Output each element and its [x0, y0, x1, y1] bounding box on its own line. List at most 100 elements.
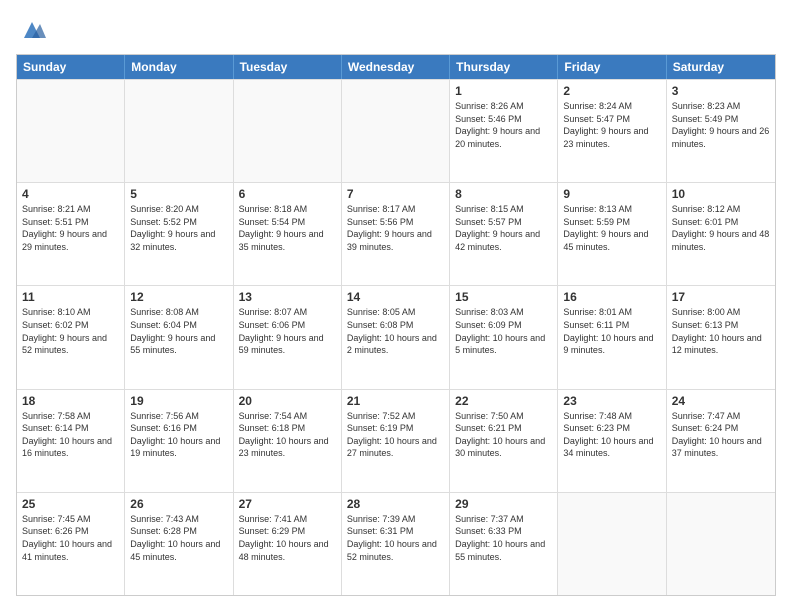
calendar-cell: 1 Sunrise: 8:26 AM Sunset: 5:46 PM Daylig…: [450, 80, 558, 182]
day-info: Sunrise: 8:05 AM Sunset: 6:08 PM Dayligh…: [347, 306, 444, 356]
day-number: 5: [130, 187, 227, 201]
day-info: Sunrise: 7:56 AM Sunset: 6:16 PM Dayligh…: [130, 410, 227, 460]
calendar-cell: 29 Sunrise: 7:37 AM Sunset: 6:33 PM Dayli…: [450, 493, 558, 595]
day-number: 24: [672, 394, 770, 408]
day-number: 21: [347, 394, 444, 408]
day-info: Sunrise: 7:45 AM Sunset: 6:26 PM Dayligh…: [22, 513, 119, 563]
day-number: 11: [22, 290, 119, 304]
calendar-header-cell: Tuesday: [234, 55, 342, 79]
calendar-body: 1 Sunrise: 8:26 AM Sunset: 5:46 PM Daylig…: [17, 79, 775, 595]
day-info: Sunrise: 7:52 AM Sunset: 6:19 PM Dayligh…: [347, 410, 444, 460]
day-info: Sunrise: 7:50 AM Sunset: 6:21 PM Dayligh…: [455, 410, 552, 460]
calendar-cell: [342, 80, 450, 182]
calendar-cell: 12 Sunrise: 8:08 AM Sunset: 6:04 PM Dayli…: [125, 286, 233, 388]
day-info: Sunrise: 8:23 AM Sunset: 5:49 PM Dayligh…: [672, 100, 770, 150]
day-info: Sunrise: 8:07 AM Sunset: 6:06 PM Dayligh…: [239, 306, 336, 356]
header: [16, 16, 776, 44]
page: SundayMondayTuesdayWednesdayThursdayFrid…: [0, 0, 792, 612]
day-info: Sunrise: 8:20 AM Sunset: 5:52 PM Dayligh…: [130, 203, 227, 253]
day-number: 27: [239, 497, 336, 511]
calendar-cell: 21 Sunrise: 7:52 AM Sunset: 6:19 PM Dayli…: [342, 390, 450, 492]
calendar-cell: 2 Sunrise: 8:24 AM Sunset: 5:47 PM Daylig…: [558, 80, 666, 182]
calendar-cell: 13 Sunrise: 8:07 AM Sunset: 6:06 PM Dayli…: [234, 286, 342, 388]
calendar-header-cell: Sunday: [17, 55, 125, 79]
day-number: 15: [455, 290, 552, 304]
day-number: 4: [22, 187, 119, 201]
calendar-header-cell: Monday: [125, 55, 233, 79]
day-number: 7: [347, 187, 444, 201]
day-info: Sunrise: 8:12 AM Sunset: 6:01 PM Dayligh…: [672, 203, 770, 253]
calendar: SundayMondayTuesdayWednesdayThursdayFrid…: [16, 54, 776, 596]
calendar-cell: [558, 493, 666, 595]
day-number: 16: [563, 290, 660, 304]
day-number: 29: [455, 497, 552, 511]
day-info: Sunrise: 7:58 AM Sunset: 6:14 PM Dayligh…: [22, 410, 119, 460]
calendar-week: 11Sunrise: 8:10 AM Sunset: 6:02 PM Dayli…: [17, 285, 775, 388]
day-info: Sunrise: 8:26 AM Sunset: 5:46 PM Dayligh…: [455, 100, 552, 150]
calendar-cell: 15Sunrise: 8:03 AM Sunset: 6:09 PM Dayli…: [450, 286, 558, 388]
calendar-cell: 9 Sunrise: 8:13 AM Sunset: 5:59 PM Daylig…: [558, 183, 666, 285]
day-number: 22: [455, 394, 552, 408]
day-number: 1: [455, 84, 552, 98]
day-info: Sunrise: 8:17 AM Sunset: 5:56 PM Dayligh…: [347, 203, 444, 253]
calendar-header-cell: Thursday: [450, 55, 558, 79]
calendar-cell: 22 Sunrise: 7:50 AM Sunset: 6:21 PM Dayli…: [450, 390, 558, 492]
day-number: 28: [347, 497, 444, 511]
calendar-cell: 4Sunrise: 8:21 AM Sunset: 5:51 PM Daylig…: [17, 183, 125, 285]
calendar-week: 1 Sunrise: 8:26 AM Sunset: 5:46 PM Daylig…: [17, 79, 775, 182]
day-number: 20: [239, 394, 336, 408]
day-number: 18: [22, 394, 119, 408]
day-number: 2: [563, 84, 660, 98]
calendar-cell: 27 Sunrise: 7:41 AM Sunset: 6:29 PM Dayli…: [234, 493, 342, 595]
day-number: 17: [672, 290, 770, 304]
calendar-cell: 19Sunrise: 7:56 AM Sunset: 6:16 PM Dayli…: [125, 390, 233, 492]
day-info: Sunrise: 7:48 AM Sunset: 6:23 PM Dayligh…: [563, 410, 660, 460]
day-info: Sunrise: 8:24 AM Sunset: 5:47 PM Dayligh…: [563, 100, 660, 150]
calendar-cell: 17Sunrise: 8:00 AM Sunset: 6:13 PM Dayli…: [667, 286, 775, 388]
calendar-cell: 14 Sunrise: 8:05 AM Sunset: 6:08 PM Dayli…: [342, 286, 450, 388]
calendar-header-cell: Wednesday: [342, 55, 450, 79]
calendar-cell: [667, 493, 775, 595]
day-number: 13: [239, 290, 336, 304]
calendar-cell: 24Sunrise: 7:47 AM Sunset: 6:24 PM Dayli…: [667, 390, 775, 492]
calendar-cell: [17, 80, 125, 182]
calendar-week: 25 Sunrise: 7:45 AM Sunset: 6:26 PM Dayli…: [17, 492, 775, 595]
calendar-cell: 20Sunrise: 7:54 AM Sunset: 6:18 PM Dayli…: [234, 390, 342, 492]
day-info: Sunrise: 7:37 AM Sunset: 6:33 PM Dayligh…: [455, 513, 552, 563]
calendar-cell: [125, 80, 233, 182]
day-info: Sunrise: 7:39 AM Sunset: 6:31 PM Dayligh…: [347, 513, 444, 563]
calendar-cell: 25 Sunrise: 7:45 AM Sunset: 6:26 PM Dayli…: [17, 493, 125, 595]
day-number: 25: [22, 497, 119, 511]
calendar-cell: 8 Sunrise: 8:15 AM Sunset: 5:57 PM Daylig…: [450, 183, 558, 285]
calendar-cell: [234, 80, 342, 182]
calendar-cell: 23Sunrise: 7:48 AM Sunset: 6:23 PM Dayli…: [558, 390, 666, 492]
day-info: Sunrise: 8:15 AM Sunset: 5:57 PM Dayligh…: [455, 203, 552, 253]
day-info: Sunrise: 8:18 AM Sunset: 5:54 PM Dayligh…: [239, 203, 336, 253]
calendar-header-cell: Saturday: [667, 55, 775, 79]
calendar-cell: 26 Sunrise: 7:43 AM Sunset: 6:28 PM Dayli…: [125, 493, 233, 595]
calendar-cell: 28 Sunrise: 7:39 AM Sunset: 6:31 PM Dayli…: [342, 493, 450, 595]
day-number: 9: [563, 187, 660, 201]
calendar-cell: 7 Sunrise: 8:17 AM Sunset: 5:56 PM Daylig…: [342, 183, 450, 285]
calendar-cell: 3 Sunrise: 8:23 AM Sunset: 5:49 PM Daylig…: [667, 80, 775, 182]
calendar-week: 18 Sunrise: 7:58 AM Sunset: 6:14 PM Dayli…: [17, 389, 775, 492]
day-number: 3: [672, 84, 770, 98]
logo-icon: [18, 16, 46, 44]
day-number: 8: [455, 187, 552, 201]
logo: [16, 16, 46, 44]
day-number: 6: [239, 187, 336, 201]
calendar-cell: 11Sunrise: 8:10 AM Sunset: 6:02 PM Dayli…: [17, 286, 125, 388]
calendar-cell: 5 Sunrise: 8:20 AM Sunset: 5:52 PM Daylig…: [125, 183, 233, 285]
calendar-cell: 16 Sunrise: 8:01 AM Sunset: 6:11 PM Dayli…: [558, 286, 666, 388]
calendar-cell: 10 Sunrise: 8:12 AM Sunset: 6:01 PM Dayli…: [667, 183, 775, 285]
day-number: 14: [347, 290, 444, 304]
day-number: 26: [130, 497, 227, 511]
day-info: Sunrise: 8:13 AM Sunset: 5:59 PM Dayligh…: [563, 203, 660, 253]
day-info: Sunrise: 8:08 AM Sunset: 6:04 PM Dayligh…: [130, 306, 227, 356]
day-info: Sunrise: 7:43 AM Sunset: 6:28 PM Dayligh…: [130, 513, 227, 563]
day-number: 12: [130, 290, 227, 304]
calendar-header-cell: Friday: [558, 55, 666, 79]
day-info: Sunrise: 7:41 AM Sunset: 6:29 PM Dayligh…: [239, 513, 336, 563]
day-info: Sunrise: 8:01 AM Sunset: 6:11 PM Dayligh…: [563, 306, 660, 356]
day-number: 10: [672, 187, 770, 201]
